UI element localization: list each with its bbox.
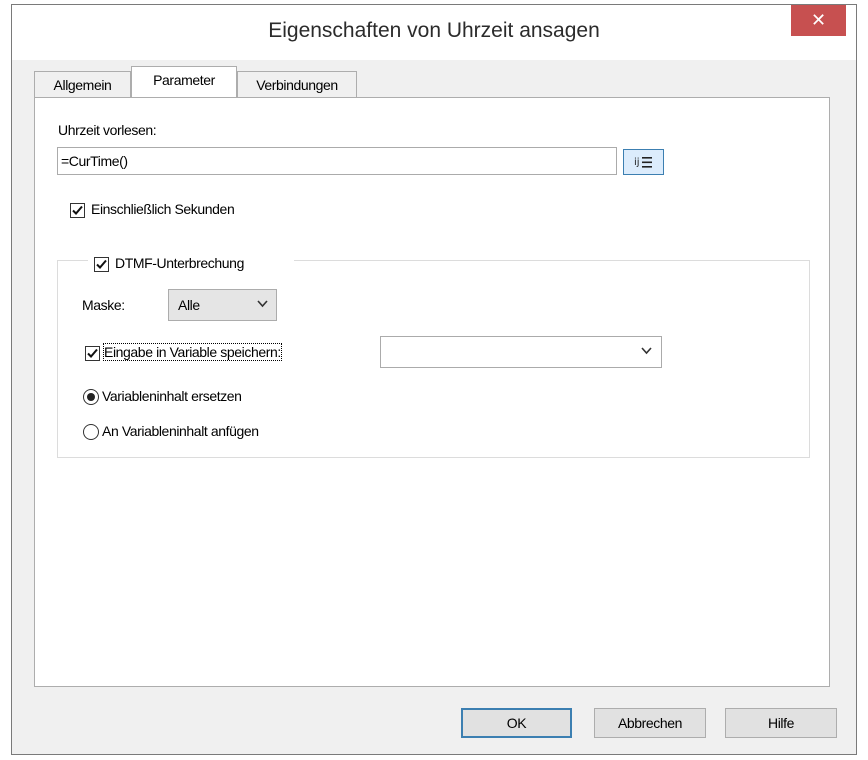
tab-allgemein[interactable]: Allgemein — [34, 71, 131, 97]
check-icon — [96, 259, 107, 269]
cancel-button[interactable]: Abbrechen — [594, 708, 706, 738]
check-icon — [87, 348, 98, 358]
replace-variable-radio[interactable] — [83, 389, 99, 405]
chevron-down-icon — [257, 300, 268, 308]
tab-label: Verbindungen — [256, 77, 338, 93]
store-variable-label: Eingabe in Variable speichern: — [103, 343, 282, 361]
expression-editor-button[interactable]: ij — [623, 149, 664, 175]
uhrzeit-label: Uhrzeit vorlesen: — [58, 122, 157, 138]
help-label: Hilfe — [767, 715, 794, 731]
help-button[interactable]: Hilfe — [725, 708, 837, 738]
close-icon: ✕ — [810, 10, 827, 30]
append-variable-label: An Variableninhalt anfügen — [102, 423, 259, 439]
uhrzeit-input[interactable]: =CurTime() — [57, 147, 617, 175]
seconds-checkbox[interactable] — [70, 203, 85, 218]
expression-editor-icon: ij — [634, 157, 652, 168]
dtmf-checkbox[interactable] — [94, 257, 109, 272]
dtmf-label: DTMF-Unterbrechung — [115, 255, 244, 271]
tab-parameter[interactable]: Parameter — [131, 66, 237, 97]
append-variable-radio[interactable] — [83, 424, 99, 440]
tab-verbindungen[interactable]: Verbindungen — [237, 71, 357, 97]
radio-dot — [87, 393, 95, 401]
store-variable-checkbox[interactable] — [85, 346, 100, 361]
seconds-label: Einschließlich Sekunden — [91, 201, 235, 217]
chevron-down-icon — [641, 347, 652, 355]
ok-button[interactable]: OK — [461, 708, 572, 738]
window-title: Eigenschaften von Uhrzeit ansagen — [268, 19, 600, 42]
variable-select[interactable] — [380, 336, 662, 368]
check-icon — [72, 205, 83, 215]
tab-label: Allgemein — [53, 77, 112, 93]
ok-label: OK — [506, 715, 527, 731]
replace-variable-label: Variableninhalt ersetzen — [102, 388, 242, 404]
title-bar[interactable]: Eigenschaften von Uhrzeit ansagen ✕ — [12, 5, 856, 60]
close-button[interactable]: ✕ — [791, 5, 846, 36]
mask-label: Maske: — [82, 297, 125, 313]
cancel-label: Abbrechen — [617, 715, 683, 731]
mask-select[interactable]: Alle — [168, 289, 277, 321]
mask-value: Alle — [178, 297, 200, 313]
svg-text:ij: ij — [634, 157, 640, 168]
tab-label: Parameter — [153, 72, 215, 88]
